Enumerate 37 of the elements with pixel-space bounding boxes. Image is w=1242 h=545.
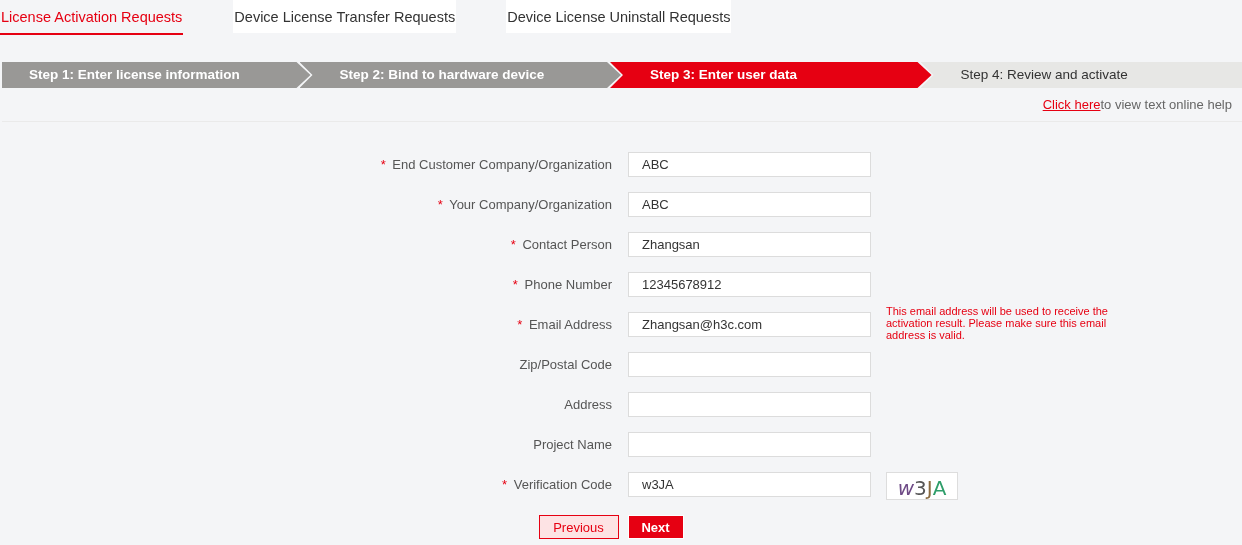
field-label: Zip/Postal Code [519,357,612,372]
input-field[interactable]: ABC [628,192,871,217]
hint-text: This email address will be used to receive the activation result. Please make sure this email address is valid. [886,305,1109,341]
captcha-image[interactable]: w3JA [886,472,958,500]
required-mark: * [517,317,523,332]
input-field[interactable]: 12345678912 [628,272,871,297]
tab[interactable]: Device License Uninstall Requests [506,0,732,33]
previous-button[interactable]: Previous [538,515,619,539]
help-text: to view text online help [1100,97,1232,112]
field-label: End Customer Company/Organization [392,157,612,172]
field-label: Phone Number [524,277,612,292]
field-label: Address [564,397,612,412]
input-field[interactable] [628,392,871,417]
input-field[interactable] [628,352,871,377]
required-mark: * [512,277,518,292]
input-field[interactable] [628,432,871,457]
required-mark: * [510,237,516,252]
next-button[interactable]: Next [627,515,684,539]
input-field[interactable]: Zhangsan [628,232,871,257]
field-label: Email Address [528,317,612,332]
required-mark: * [502,477,508,492]
input-field[interactable]: w3JA [628,472,871,497]
step-indicator: Step 4: Review and activate [920,62,1242,88]
tab[interactable]: Device License Transfer Requests [233,0,457,33]
required-mark: * [437,197,443,212]
tab[interactable]: License Activation Requests [0,0,184,35]
required-mark: * [380,157,386,172]
step-indicator: Step 1: Enter license information [2,62,311,88]
field-label: Your Company/Organization [449,197,612,212]
step-indicator: Step 3: Enter user data [610,62,932,88]
input-field[interactable]: ABC [628,152,871,177]
field-label: Contact Person [522,237,612,252]
help-link[interactable]: Click here [1042,97,1101,112]
step-indicator: Step 2: Bind to hardware device [299,62,621,88]
field-label: Project Name [533,437,612,452]
field-label: Verification Code [513,477,612,492]
input-field[interactable]: Zhangsan@h3c.com [628,312,871,337]
